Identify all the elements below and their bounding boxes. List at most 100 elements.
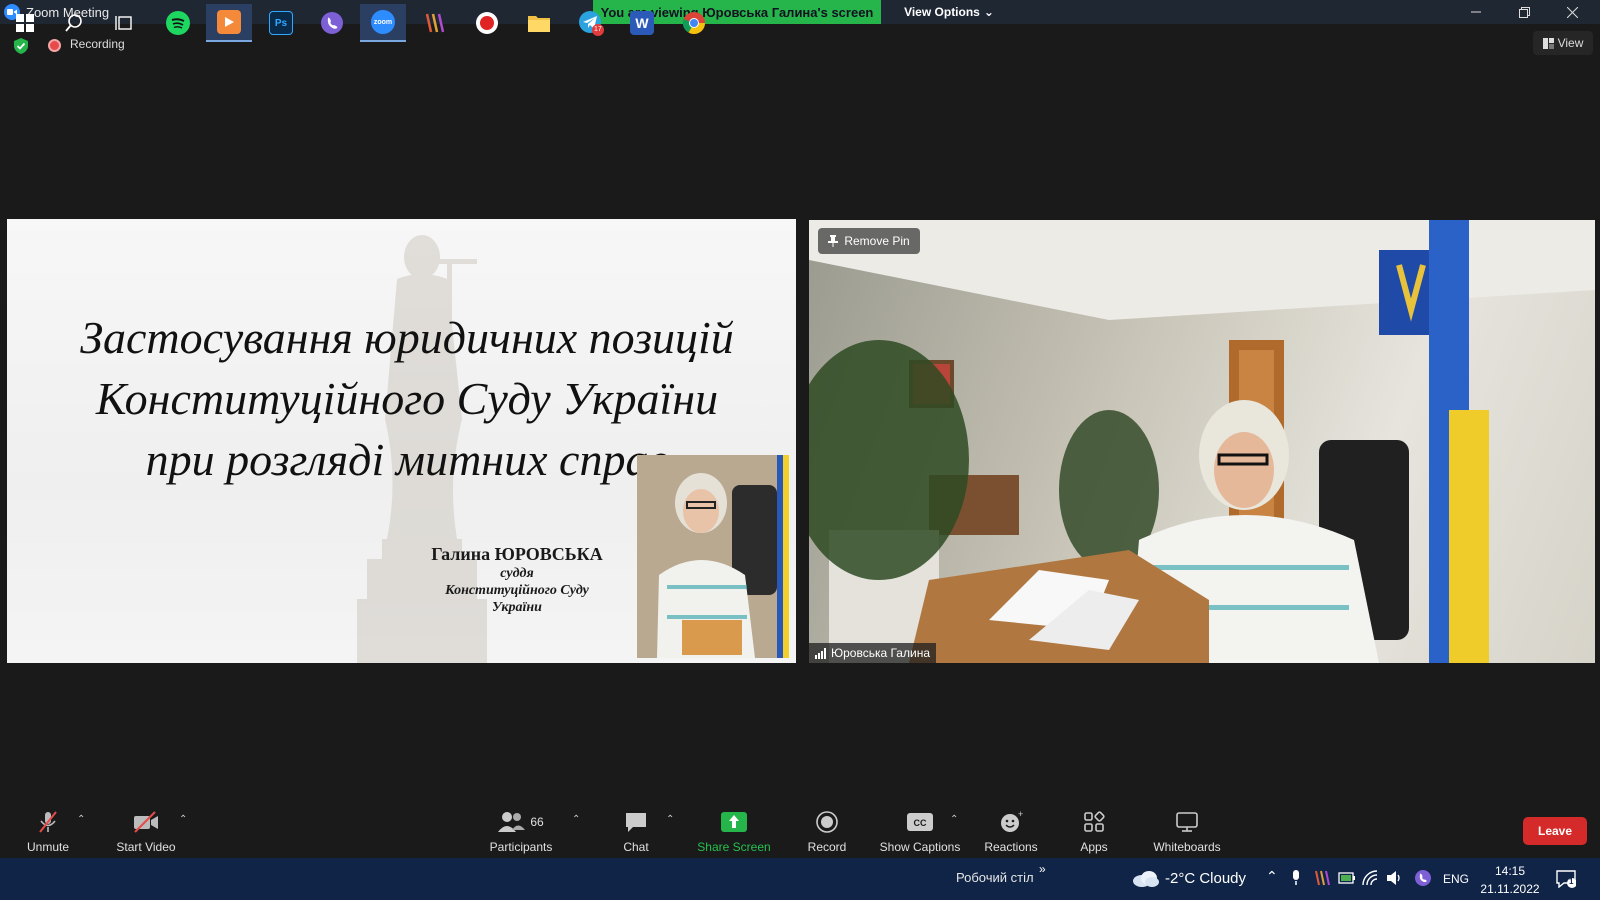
unmute-button[interactable]: Unmute (22, 808, 74, 854)
taskbar-screen-recorder[interactable] (464, 4, 510, 42)
clock-time: 14:15 (1494, 864, 1526, 878)
taskbar-search-button[interactable] (51, 4, 97, 42)
search-icon (65, 14, 82, 32)
wifi-icon[interactable] (1362, 870, 1378, 886)
reaction-smiley-icon: + (1001, 810, 1023, 832)
participants-label: Participants (489, 840, 553, 854)
record-label: Record (807, 840, 847, 854)
tray-winrar-icon[interactable] (1314, 870, 1330, 886)
photoshop-icon: Ps (269, 11, 293, 35)
viber-icon (321, 12, 343, 34)
minimize-icon (1471, 11, 1481, 13)
battery-charging-icon[interactable] (1338, 871, 1356, 885)
desktop-toolbar-label[interactable]: Робочий стіл (956, 870, 1034, 885)
taskbar-clock[interactable]: 14:15 21.11.2022 (1480, 862, 1540, 898)
office-video-frame (809, 220, 1595, 663)
minimize-button[interactable] (1452, 0, 1500, 24)
pin-icon (828, 235, 839, 247)
task-view-button[interactable] (101, 4, 147, 42)
view-button[interactable]: View (1533, 31, 1593, 55)
tray-expand-chevron-icon[interactable]: ⌃ (1266, 868, 1278, 885)
restore-button[interactable] (1500, 0, 1548, 24)
chat-button[interactable]: Chat (616, 808, 656, 854)
apps-button[interactable]: Apps (1077, 808, 1111, 854)
taskbar-spotify[interactable] (155, 4, 201, 42)
chat-options-chevron-icon[interactable]: ⌃ (666, 814, 674, 825)
chat-icon (626, 813, 646, 832)
remove-pin-button[interactable]: Remove Pin (818, 228, 920, 254)
speaker-name: Галина ЮРОВСЬКА (431, 544, 603, 564)
task-view-icon (115, 16, 132, 30)
captions-options-chevron-icon[interactable]: ⌃ (950, 814, 958, 825)
video-options-chevron-icon[interactable]: ⌃ (179, 814, 187, 825)
start-video-button[interactable]: Start Video (110, 808, 182, 854)
apps-icon (1084, 811, 1105, 832)
taskbar-file-explorer[interactable] (516, 4, 562, 42)
input-language-indicator[interactable]: ENG (1443, 872, 1469, 886)
svg-text:+: + (1018, 810, 1023, 819)
taskbar-viber[interactable] (309, 4, 355, 42)
slide-title-line: Застосування юридичних позицій (80, 312, 734, 363)
telegram-badge: 17 (594, 26, 602, 33)
participants-icon (498, 812, 526, 832)
taskbar-photoshop[interactable]: Ps (258, 4, 304, 42)
clock-date: 21.11.2022 (1480, 882, 1540, 896)
video-off-icon (134, 811, 158, 833)
whiteboards-label: Whiteboards (1153, 840, 1221, 854)
leave-button[interactable]: Leave (1523, 817, 1587, 845)
shared-screen: Застосування юридичних позицій Конституц… (7, 219, 796, 663)
taskbar-telegram[interactable]: 17 (568, 4, 614, 42)
participants-button[interactable]: 66 Participants (483, 808, 559, 854)
double-chevron-icon[interactable]: » (1039, 862, 1046, 876)
taskbar-word[interactable]: W (619, 4, 665, 42)
notifications-count: 1 (1569, 877, 1574, 886)
tray-viber-icon[interactable] (1414, 869, 1432, 887)
taskbar-chrome[interactable] (671, 4, 717, 42)
participant-name: Юровська Галина (831, 646, 930, 660)
start-button[interactable] (2, 4, 48, 42)
record-icon (816, 811, 838, 833)
record-app-icon (476, 12, 498, 34)
chat-label: Chat (623, 840, 649, 854)
speaker-role-line: Конституційного Суду (445, 583, 589, 598)
weather-readout[interactable]: -2°C Cloudy (1165, 870, 1246, 887)
taskbar-slides-app[interactable] (206, 4, 252, 42)
tray-microphone-icon[interactable] (1291, 870, 1301, 886)
word-icon: W (630, 11, 654, 35)
audio-options-chevron-icon[interactable]: ⌃ (77, 814, 85, 825)
chevron-down-icon: ⌄ (983, 5, 994, 19)
volume-icon[interactable] (1386, 870, 1404, 886)
unmute-label: Unmute (26, 840, 70, 854)
close-icon (1566, 6, 1578, 18)
apps-label: Apps (1080, 840, 1108, 854)
taskbar-zoom[interactable]: zoom (360, 4, 406, 42)
taskbar-winrar[interactable] (412, 4, 458, 42)
layout-icon (1542, 37, 1554, 49)
reactions-label: Reactions (984, 840, 1038, 854)
participant-video: Remove Pin Юровська Галина (809, 220, 1595, 663)
show-captions-label: Show Captions (879, 840, 961, 854)
slide-title-line: Конституційного Суду України (95, 373, 719, 424)
record-button[interactable]: Record (803, 808, 851, 854)
whiteboards-button[interactable]: Whiteboards (1148, 808, 1226, 854)
whiteboard-icon (1176, 812, 1198, 832)
view-options-button[interactable]: View Options ⌄ (894, 0, 1004, 24)
reactions-button[interactable]: + Reactions (982, 808, 1040, 854)
restore-icon (1518, 6, 1530, 18)
captions-icon: CC (907, 813, 933, 831)
participant-name-tag: Юровська Галина (809, 643, 936, 663)
share-screen-icon (721, 812, 747, 832)
windows-logo-icon (16, 14, 34, 32)
close-button[interactable] (1548, 0, 1596, 24)
microphone-muted-icon (39, 811, 57, 833)
cloud-icon (1133, 871, 1159, 887)
share-screen-button[interactable]: Share Screen (695, 808, 773, 854)
share-screen-label: Share Screen (697, 840, 771, 854)
spotify-icon (166, 11, 190, 35)
view-options-label: View Options (904, 5, 980, 19)
view-label: View (1557, 36, 1584, 50)
participants-options-chevron-icon[interactable]: ⌃ (572, 814, 580, 825)
speaker-credit: Галина ЮРОВСЬКА суддя Конституційного Су… (407, 544, 627, 616)
remove-pin-label: Remove Pin (844, 234, 910, 248)
signal-strength-icon (815, 647, 826, 659)
